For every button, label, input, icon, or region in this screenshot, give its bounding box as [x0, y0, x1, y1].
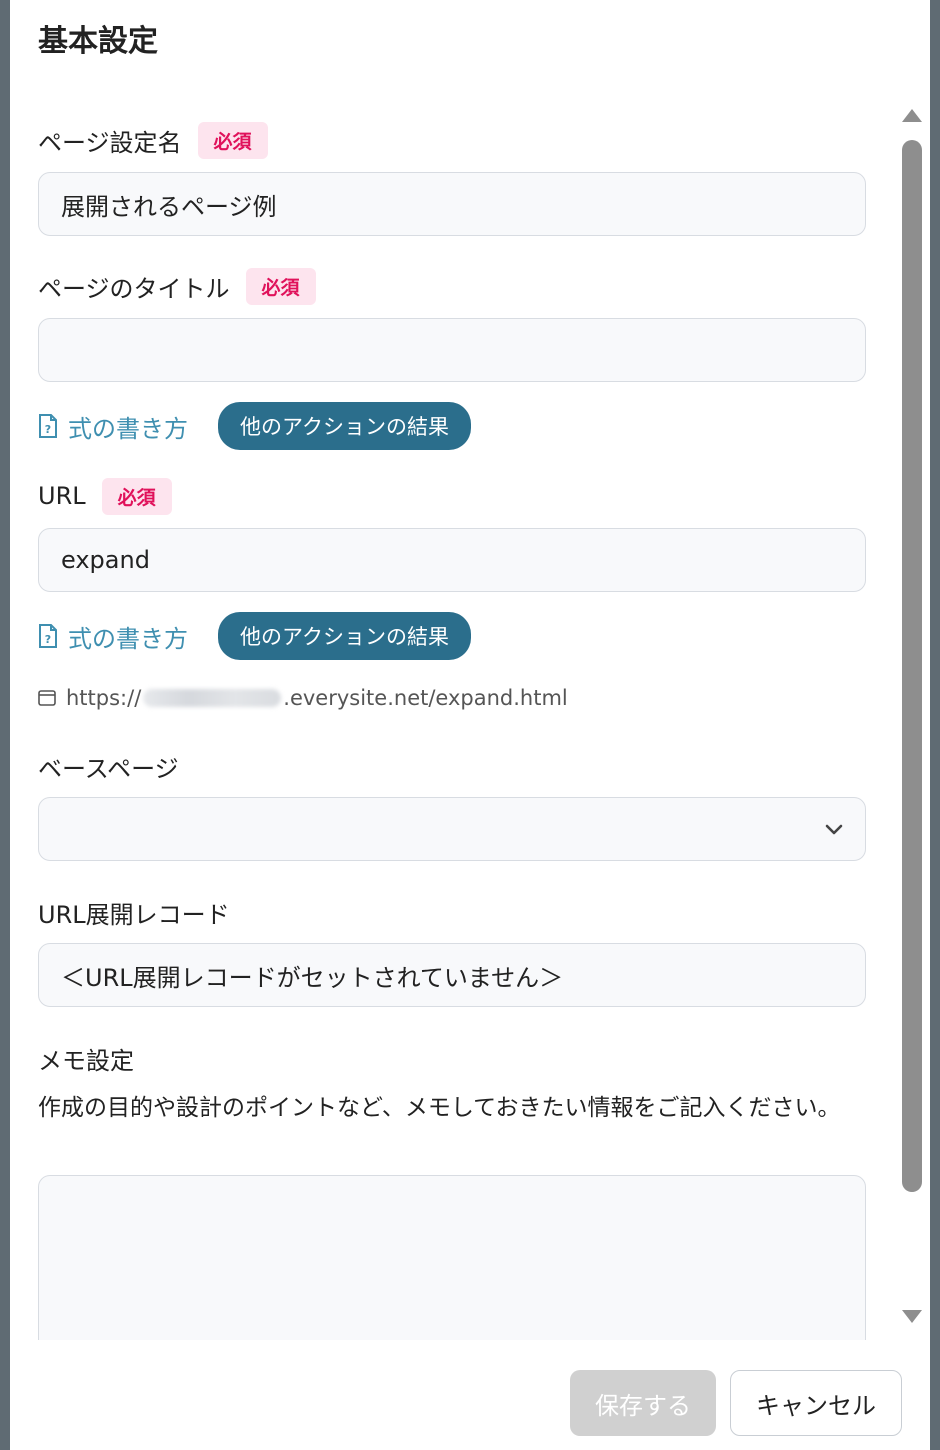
memo-textarea[interactable]: [38, 1175, 866, 1340]
page-title-label-row: ページのタイトル 必須: [38, 267, 316, 305]
formula-help-link[interactable]: ? 式の書き方: [38, 619, 188, 654]
cancel-button[interactable]: キャンセル: [730, 1370, 902, 1436]
scroll-down-arrow-icon[interactable]: [900, 1306, 924, 1326]
page-setting-name-input[interactable]: 展開されるページ例: [38, 172, 866, 236]
save-button[interactable]: 保存する: [570, 1370, 716, 1436]
page-title-label: ページのタイトル: [38, 274, 230, 303]
memo-label-row: メモ設定: [38, 1040, 134, 1076]
required-badge: 必須: [101, 477, 172, 515]
dialog-title: 基本設定: [38, 24, 158, 59]
other-action-results-button[interactable]: 他のアクションの結果: [218, 402, 471, 450]
url-input[interactable]: expand: [38, 528, 866, 592]
page-setting-name-label-row: ページ設定名 必須: [38, 121, 268, 159]
scroll-up-arrow-icon[interactable]: [900, 106, 924, 126]
svg-text:?: ?: [45, 423, 51, 436]
chevron-down-icon: [825, 824, 843, 835]
base-page-label-row: ベースページ: [38, 748, 179, 784]
doc-question-icon: ?: [39, 414, 57, 438]
page-title-input[interactable]: [38, 318, 866, 382]
formula-help-label: 式の書き方: [68, 414, 188, 443]
url-label: URL: [38, 482, 86, 510]
url-preview: https:// .everysite.net/expand.html: [38, 686, 568, 710]
memo-label: メモ設定: [38, 1046, 134, 1075]
url-preview-suffix: .everysite.net/expand.html: [283, 686, 568, 710]
redacted-subdomain: [143, 689, 282, 707]
page-title-formula-row: ? 式の書き方 他のアクションの結果: [38, 402, 471, 450]
form-scroll-area[interactable]: ページ設定名 必須 展開されるページ例 ページのタイトル 必須 ? 式の書き方: [10, 90, 930, 1340]
required-badge: 必須: [245, 267, 316, 305]
base-page-label: ベースページ: [38, 754, 179, 783]
other-action-results-button[interactable]: 他のアクションの結果: [218, 612, 471, 660]
svg-text:?: ?: [45, 633, 51, 646]
page-setting-name-label: ページ設定名: [38, 128, 182, 157]
url-formula-row: ? 式の書き方 他のアクションの結果: [38, 612, 471, 660]
doc-question-icon: ?: [39, 624, 57, 648]
dialog-footer: 保存する キャンセル: [10, 1340, 930, 1450]
browser-window-icon: [38, 690, 56, 706]
scroll-thumb[interactable]: [902, 140, 922, 1192]
basic-settings-dialog: 基本設定 ページ設定名 必須 展開されるページ例 ページのタイトル 必須 ? 式…: [10, 0, 930, 1450]
url-expand-record-label: URL展開レコード: [38, 900, 230, 929]
url-label-row: URL 必須: [38, 477, 172, 515]
formula-help-link[interactable]: ? 式の書き方: [38, 409, 188, 444]
memo-help-text: 作成の目的や設計のポイントなど、メモしておきたい情報をご記入ください。: [38, 1095, 841, 1121]
url-preview-prefix: https://: [66, 686, 142, 710]
scrollbar[interactable]: [900, 100, 924, 1330]
required-badge: 必須: [197, 121, 268, 159]
formula-help-label: 式の書き方: [68, 624, 188, 653]
base-page-select[interactable]: [38, 797, 866, 861]
url-expand-record-field[interactable]: ＜URL展開レコードがセットされていません＞: [38, 943, 866, 1007]
url-expand-record-label-row: URL展開レコード: [38, 894, 230, 930]
